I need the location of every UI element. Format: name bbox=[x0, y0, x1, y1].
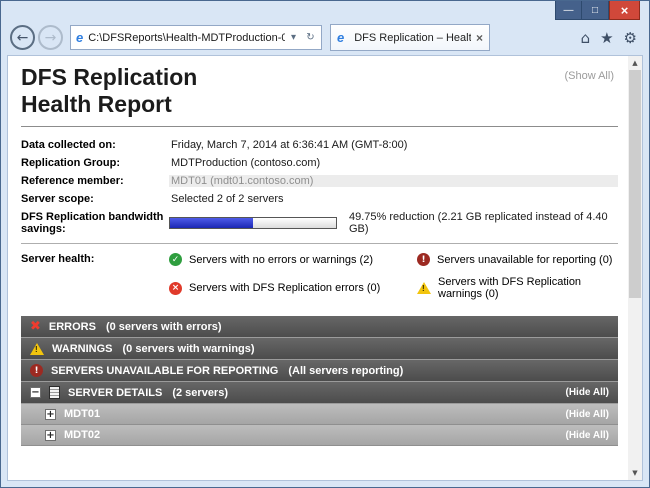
ok-icon: ✓ bbox=[169, 253, 182, 266]
section-server-details[interactable]: − SERVER DETAILS (2 servers) (Hide All) bbox=[21, 382, 618, 404]
unavailable-icon: ! bbox=[30, 364, 43, 377]
server-name: MDT01 bbox=[64, 408, 100, 420]
close-button[interactable]: × bbox=[609, 1, 640, 20]
field-row: Reference member: MDT01 (mdt01.contoso.c… bbox=[21, 172, 618, 190]
health-item: ! Servers unavailable for reporting (0) bbox=[417, 253, 618, 266]
report-sections: ✖ ERRORS (0 servers with errors) ! WARNI… bbox=[21, 316, 618, 446]
bandwidth-progress-bar bbox=[169, 217, 337, 229]
section-divider bbox=[21, 243, 618, 244]
browser-toolbar: ⌂ ★ ⚙ bbox=[581, 29, 637, 47]
error-icon: ✖ bbox=[30, 320, 41, 333]
server-name: MDT02 bbox=[64, 429, 100, 441]
bandwidth-bar-fill bbox=[170, 218, 253, 228]
page-viewport: DFS Replication Health Report (Show All)… bbox=[7, 55, 643, 481]
forward-button[interactable]: → bbox=[38, 25, 63, 50]
section-warnings[interactable]: ! WARNINGS (0 servers with warnings) bbox=[21, 338, 618, 360]
star-icon[interactable]: ★ bbox=[600, 29, 613, 47]
expand-icon[interactable]: + bbox=[45, 409, 56, 420]
tab-favicon: e bbox=[337, 30, 344, 45]
server-health-row: Server health: ✓ Servers with no errors … bbox=[21, 250, 618, 303]
hide-all-link[interactable]: (Hide All) bbox=[565, 409, 609, 420]
field-row: Server scope: Selected 2 of 2 servers bbox=[21, 190, 618, 208]
health-item: ! Servers with DFS Replication warnings … bbox=[417, 276, 618, 300]
minimize-button[interactable]: — bbox=[555, 1, 582, 20]
address-dropdown-icon[interactable]: ▾ bbox=[285, 32, 302, 43]
ie-page-icon: e bbox=[76, 30, 83, 45]
health-item: × Servers with DFS Replication errors (0… bbox=[169, 276, 417, 300]
warning-icon: ! bbox=[30, 343, 44, 355]
browser-window: — □ × ← → e C:\DFSReports\Health-MDTProd… bbox=[0, 0, 650, 488]
refresh-icon[interactable]: ↻ bbox=[302, 32, 319, 43]
hide-all-link[interactable]: (Hide All) bbox=[565, 430, 609, 441]
expand-icon[interactable]: + bbox=[45, 430, 56, 441]
navigation-bar: ← → e C:\DFSReports\Health-MDTProduction… bbox=[1, 21, 649, 54]
collapse-icon[interactable]: − bbox=[30, 387, 41, 398]
section-unavailable[interactable]: ! SERVERS UNAVAILABLE FOR REPORTING (All… bbox=[21, 360, 618, 382]
vertical-scrollbar[interactable]: ▲ ▼ bbox=[628, 56, 642, 480]
maximize-button[interactable]: □ bbox=[582, 1, 609, 20]
address-bar[interactable]: e C:\DFSReports\Health-MDTProduction-07M… bbox=[70, 25, 322, 50]
scroll-down-icon[interactable]: ▼ bbox=[628, 466, 642, 480]
unavailable-icon: ! bbox=[417, 253, 430, 266]
caption-buttons: — □ × bbox=[555, 1, 640, 20]
back-button[interactable]: ← bbox=[10, 25, 35, 50]
field-row: Data collected on: Friday, March 7, 2014… bbox=[21, 136, 618, 154]
address-url[interactable]: C:\DFSReports\Health-MDTProduction-07M bbox=[88, 32, 285, 44]
scroll-up-icon[interactable]: ▲ bbox=[628, 56, 642, 70]
home-icon[interactable]: ⌂ bbox=[581, 29, 591, 47]
section-errors[interactable]: ✖ ERRORS (0 servers with errors) bbox=[21, 316, 618, 338]
warning-icon: ! bbox=[417, 282, 431, 294]
report-content: DFS Replication Health Report (Show All)… bbox=[8, 56, 628, 480]
server-row-mdt01[interactable]: + MDT01 (Hide All) bbox=[21, 404, 618, 425]
page-title: DFS Replication Health Report bbox=[21, 64, 618, 118]
field-row: Replication Group: MDTProduction (contos… bbox=[21, 154, 618, 172]
scrollbar-thumb[interactable] bbox=[629, 70, 641, 298]
browser-tab[interactable]: e DFS Replication – Health Re... × bbox=[330, 24, 490, 51]
show-all-link[interactable]: (Show All) bbox=[564, 70, 614, 82]
bandwidth-row: DFS Replication bandwidth savings: 49.75… bbox=[21, 208, 618, 238]
hide-all-link[interactable]: (Hide All) bbox=[565, 387, 609, 398]
bandwidth-text: 49.75% reduction (2.21 GB replicated ins… bbox=[347, 211, 618, 235]
tab-close-icon[interactable]: × bbox=[476, 31, 483, 45]
health-item: ✓ Servers with no errors or warnings (2) bbox=[169, 253, 417, 266]
server-row-mdt02[interactable]: + MDT02 (Hide All) bbox=[21, 425, 618, 446]
title-divider bbox=[21, 126, 618, 127]
tab-title: DFS Replication – Health Re... bbox=[354, 32, 471, 44]
servers-icon bbox=[49, 386, 60, 399]
error-icon: × bbox=[169, 282, 182, 295]
gear-icon[interactable]: ⚙ bbox=[624, 29, 637, 47]
